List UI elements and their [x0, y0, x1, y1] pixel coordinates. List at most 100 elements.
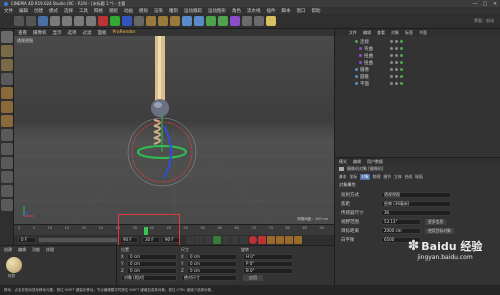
- workplane-icon[interactable]: [0, 73, 13, 85]
- subdivision-icon[interactable]: [206, 16, 216, 26]
- model-mode-icon[interactable]: [0, 45, 13, 57]
- goto-start-icon[interactable]: [186, 236, 194, 244]
- viewport-menu-prorender[interactable]: ProRender: [113, 30, 136, 35]
- subtab-coord[interactable]: 坐标: [350, 174, 358, 180]
- coord-size-field[interactable]: 0 cm: [187, 260, 237, 267]
- layout-label[interactable]: 界面：启动: [474, 18, 494, 24]
- keyframe-selection-icon[interactable]: [267, 236, 275, 244]
- object-row[interactable]: 弯曲: [353, 45, 500, 52]
- enabled-check-icon[interactable]: [400, 47, 403, 50]
- menu-create[interactable]: 创建: [34, 8, 43, 14]
- array-icon[interactable]: [218, 16, 228, 26]
- attribute-value[interactable]: 透视视图: [381, 191, 451, 198]
- menu-edit[interactable]: 编辑: [19, 8, 28, 14]
- viewport-menu-view[interactable]: 查看: [18, 30, 27, 36]
- menu-animate[interactable]: 动画: [124, 8, 133, 14]
- next-key-icon[interactable]: [231, 236, 239, 244]
- scale-key-icon[interactable]: [294, 236, 302, 244]
- coord-rot-field[interactable]: B 0°: [243, 267, 293, 274]
- object-row[interactable]: 摄像: [353, 66, 500, 73]
- mat-menu-edit[interactable]: 编辑: [18, 247, 26, 253]
- pen-icon[interactable]: [194, 16, 204, 26]
- record-icon[interactable]: [249, 236, 257, 244]
- menu-pipeline[interactable]: 流水线: [247, 8, 261, 14]
- deformer-icon[interactable]: [230, 16, 240, 26]
- menu-mesh[interactable]: 网格: [94, 8, 103, 14]
- coord-system-icon[interactable]: [134, 16, 144, 26]
- subtab-basic[interactable]: 基本: [339, 174, 347, 180]
- apply-button[interactable]: 应用: [243, 275, 263, 281]
- om-menu-file[interactable]: 文件: [349, 30, 357, 36]
- next-frame-icon[interactable]: [222, 236, 230, 244]
- om-menu-bookmarks[interactable]: 书签: [419, 30, 427, 36]
- snap-icon[interactable]: [0, 157, 13, 169]
- goto-end-icon[interactable]: [240, 236, 248, 244]
- viewport-menu-panel[interactable]: 面板: [98, 30, 107, 36]
- enabled-check-icon[interactable]: [400, 54, 403, 57]
- use-target-button[interactable]: 使用目标对象: [425, 227, 454, 234]
- subtab-physical[interactable]: 物理: [373, 174, 381, 180]
- points-mode-icon[interactable]: [0, 87, 13, 99]
- autokey-icon[interactable]: [258, 236, 266, 244]
- coord-mode-select[interactable]: 对象 (相对): [121, 275, 177, 281]
- coord-rot-field[interactable]: H 0°: [243, 253, 293, 260]
- object-row[interactable]: 连接: [353, 38, 500, 45]
- material-swatch[interactable]: [6, 257, 22, 273]
- close-button[interactable]: ×: [490, 1, 500, 7]
- visibility-icon[interactable]: [390, 47, 393, 50]
- attribute-value[interactable]: 36: [381, 209, 451, 216]
- redo-icon[interactable]: [26, 16, 36, 26]
- prev-frame-icon[interactable]: [204, 236, 212, 244]
- maximize-button[interactable]: □: [480, 1, 490, 7]
- render-icon[interactable]: [395, 47, 398, 50]
- visibility-icon[interactable]: [390, 75, 393, 78]
- attr-menu-edit[interactable]: 编辑: [353, 159, 361, 165]
- floor-icon[interactable]: [242, 16, 252, 26]
- prev-key-icon[interactable]: [195, 236, 203, 244]
- object-row[interactable]: 扭曲: [353, 59, 500, 66]
- menu-simulate[interactable]: 模拟: [139, 8, 148, 14]
- menu-render[interactable]: 渲染: [154, 8, 163, 14]
- x-axis-icon[interactable]: [98, 16, 108, 26]
- coord-rot-field[interactable]: P 0°: [243, 260, 293, 267]
- y-axis-icon[interactable]: [110, 16, 120, 26]
- menu-character[interactable]: 角色: [232, 8, 241, 14]
- subtab-stereo[interactable]: 立体: [394, 174, 402, 180]
- coord-size-field[interactable]: 0 cm: [187, 267, 237, 274]
- render-icon[interactable]: [395, 68, 398, 71]
- menu-snap[interactable]: 捕捉: [109, 8, 118, 14]
- enabled-check-icon[interactable]: [400, 40, 403, 43]
- mat-menu-function[interactable]: 功能: [32, 247, 40, 253]
- render-icon[interactable]: [395, 40, 398, 43]
- subtab-details[interactable]: 细节: [383, 174, 391, 180]
- coord-pos-field[interactable]: 0 cm: [127, 267, 177, 274]
- make-editable-icon[interactable]: [0, 31, 13, 43]
- visibility-icon[interactable]: [390, 82, 393, 85]
- mat-menu-texture[interactable]: 纹理: [46, 247, 54, 253]
- object-row[interactable]: 圆锥: [353, 73, 500, 80]
- coord-pos-field[interactable]: 0 cm: [127, 260, 177, 267]
- om-menu-objects[interactable]: 对象: [391, 30, 399, 36]
- menu-file[interactable]: 文件: [4, 8, 13, 14]
- menu-help[interactable]: 帮助: [312, 8, 321, 14]
- mat-menu-create[interactable]: 创建: [4, 247, 12, 253]
- render-icon[interactable]: [395, 54, 398, 57]
- scale-icon[interactable]: [62, 16, 72, 26]
- attr-menu-userdata[interactable]: 用户数据: [367, 159, 383, 165]
- minimize-button[interactable]: —: [470, 1, 480, 7]
- visibility-icon[interactable]: [390, 54, 393, 57]
- viewport-menu-display[interactable]: 显示: [53, 30, 62, 36]
- texture-mode-icon[interactable]: [0, 59, 13, 71]
- cube-icon[interactable]: [182, 16, 192, 26]
- enabled-check-icon[interactable]: [400, 68, 403, 71]
- menu-tools[interactable]: 工具: [79, 8, 88, 14]
- more-info-button[interactable]: 更多信息: [425, 218, 447, 225]
- move-icon[interactable]: [50, 16, 60, 26]
- render-icon[interactable]: [395, 82, 398, 85]
- position-key-icon[interactable]: [276, 236, 284, 244]
- last-tool-icon[interactable]: [86, 16, 96, 26]
- om-menu-tags[interactable]: 标签: [405, 30, 413, 36]
- play-icon[interactable]: [213, 236, 221, 244]
- edges-mode-icon[interactable]: [0, 101, 13, 113]
- camera-icon[interactable]: [254, 16, 264, 26]
